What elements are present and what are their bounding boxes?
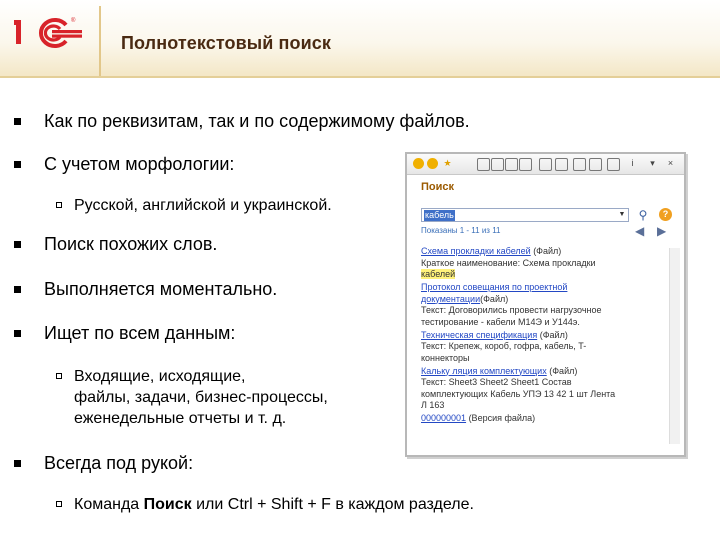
sub-bullet-text: Русской, английской и украинской. bbox=[74, 197, 332, 214]
sub-bullet-text: еженедельные отчеты и т. д. bbox=[74, 410, 287, 427]
forward-icon[interactable] bbox=[427, 158, 438, 169]
chevron-down-icon[interactable]: ▼ bbox=[617, 210, 627, 220]
help-icon[interactable]: ? bbox=[659, 208, 672, 221]
cmd-text-post: или Ctrl + Shift + F в каждом разделе. bbox=[191, 496, 474, 513]
bullet-text: Ищет по всем данным: bbox=[44, 323, 236, 343]
sub-bullet-item: Входящие, исходящие, файлы, задачи, бизн… bbox=[56, 367, 396, 429]
results-count: Показаны 1 - 11 из 11 bbox=[421, 226, 501, 235]
sub-bullet-marker bbox=[56, 373, 62, 379]
prev-arrow-icon[interactable]: ◀ bbox=[635, 224, 644, 238]
result-text: Текст: Sheet3 Sheet2 Sheet1 Состав bbox=[421, 377, 572, 387]
window-title: Поиск bbox=[421, 181, 455, 193]
bullet-text: Всегда под рукой: bbox=[44, 453, 194, 473]
page-title: Полнотекстовый поиск bbox=[121, 33, 331, 53]
search-result[interactable]: 000000001 (Версия файла) bbox=[421, 413, 661, 425]
header-divider bbox=[99, 6, 101, 78]
result-text: кабелей bbox=[421, 269, 456, 279]
search-result[interactable]: Техническая спецификация (Файл) Текст: К… bbox=[421, 330, 661, 365]
cmd-text-bold: Поиск bbox=[143, 496, 192, 513]
search-window-screenshot: ★ i ▾ × Поиск кабель ▼ ⚲ ? Показаны 1 - … bbox=[405, 152, 686, 457]
print-icon[interactable] bbox=[477, 158, 490, 171]
result-tag: (Файл) bbox=[546, 365, 578, 376]
window-icon[interactable] bbox=[589, 158, 602, 171]
result-tag: (Файл) bbox=[480, 293, 509, 304]
minimize-icon[interactable]: ▾ bbox=[647, 158, 658, 169]
search-result[interactable]: Протокол совещания по проектной документ… bbox=[421, 282, 661, 328]
star-icon[interactable]: ★ bbox=[442, 158, 453, 169]
sub-bullet-text: файлы, задачи, бизнес-процессы, bbox=[74, 389, 328, 406]
search-result[interactable]: Схема прокладки кабелей (Файл) Краткое н… bbox=[421, 246, 661, 281]
calc-icon[interactable] bbox=[539, 158, 552, 171]
bullet-marker bbox=[14, 118, 21, 125]
header-underline bbox=[0, 76, 720, 78]
sub-bullet-text: Входящие, исходящие, bbox=[74, 368, 246, 385]
result-link[interactable]: документации bbox=[421, 294, 480, 304]
search-result[interactable]: Кальку ляция комплектующих (Файл) Текст:… bbox=[421, 366, 661, 412]
result-link[interactable]: Схема прокладки кабелей bbox=[421, 246, 531, 256]
bullet-marker bbox=[14, 161, 21, 168]
cmd-text-pre: Команда bbox=[74, 496, 144, 513]
result-text: коннекторы bbox=[421, 352, 470, 363]
window-icon[interactable] bbox=[505, 158, 518, 171]
svg-text:®: ® bbox=[71, 17, 76, 24]
bullet-text: С учетом морфологии: bbox=[44, 154, 235, 174]
result-link[interactable]: Протокол совещания по проектной bbox=[421, 282, 567, 292]
result-text: Краткое наименование: Схема прокладки bbox=[421, 257, 596, 268]
result-text: тестирование - кабели М14Э и У144э. bbox=[421, 316, 580, 327]
bullet-marker bbox=[14, 241, 21, 248]
search-icon[interactable]: ⚲ bbox=[635, 207, 651, 223]
info-icon[interactable]: i bbox=[627, 158, 638, 169]
result-tag: (Файл) bbox=[530, 246, 562, 256]
close-icon[interactable]: × bbox=[665, 158, 676, 169]
bullet-marker bbox=[14, 460, 21, 467]
result-text: Л 163 bbox=[421, 400, 445, 410]
search-input-value: кабель bbox=[424, 210, 455, 221]
bullet-text: Как по реквизитам, так и по содержимому … bbox=[44, 111, 470, 131]
result-link[interactable]: 000000001 bbox=[421, 413, 466, 423]
bullet-marker bbox=[14, 330, 21, 337]
sub-bullet-marker bbox=[56, 501, 62, 507]
window-icon[interactable] bbox=[573, 158, 586, 171]
bullet-text: Выполняется моментально. bbox=[44, 279, 278, 299]
result-text: Текст: Крепеж, короб, гофра, кабель, T- bbox=[421, 341, 587, 351]
bullet-text: Поиск похожих слов. bbox=[44, 234, 218, 254]
window-icon[interactable] bbox=[491, 158, 504, 171]
sub-bullet-item: Русской, английской и украинской. bbox=[56, 196, 396, 216]
result-text: комплектующих Кабель УПЭ 13 42 1 шт Лент… bbox=[421, 388, 616, 399]
1c-logo: ® bbox=[14, 14, 84, 54]
search-results-list: Схема прокладки кабелей (Файл) Краткое н… bbox=[421, 246, 661, 426]
results-scrollbar[interactable] bbox=[669, 248, 680, 444]
window-icon[interactable] bbox=[607, 158, 620, 171]
sub-bullet-text: Команда Поиск или Ctrl + Shift + F в каж… bbox=[74, 495, 474, 515]
sub-bullet-marker bbox=[56, 202, 62, 208]
window-icon[interactable] bbox=[519, 158, 532, 171]
result-tag: (Версия файла) bbox=[466, 413, 536, 423]
result-tag: (Файл) bbox=[537, 329, 568, 340]
result-link[interactable]: Техническая спецификация bbox=[421, 330, 537, 340]
back-icon[interactable] bbox=[413, 158, 424, 169]
next-arrow-icon[interactable]: ▶ bbox=[657, 224, 666, 238]
calendar-icon[interactable] bbox=[555, 158, 568, 171]
bullet-marker bbox=[14, 286, 21, 293]
search-input[interactable]: кабель ▼ bbox=[421, 208, 629, 222]
sub-bullet-item: Команда Поиск или Ctrl + Shift + F в каж… bbox=[56, 495, 656, 515]
result-link[interactable]: Кальку ляция комплектующих bbox=[421, 366, 547, 376]
window-toolbar: ★ i ▾ × bbox=[407, 154, 684, 175]
result-text: Текст: Договорились провести нагрузочное bbox=[421, 305, 602, 315]
slide-header: ® Полнотекстовый поиск bbox=[0, 0, 720, 78]
